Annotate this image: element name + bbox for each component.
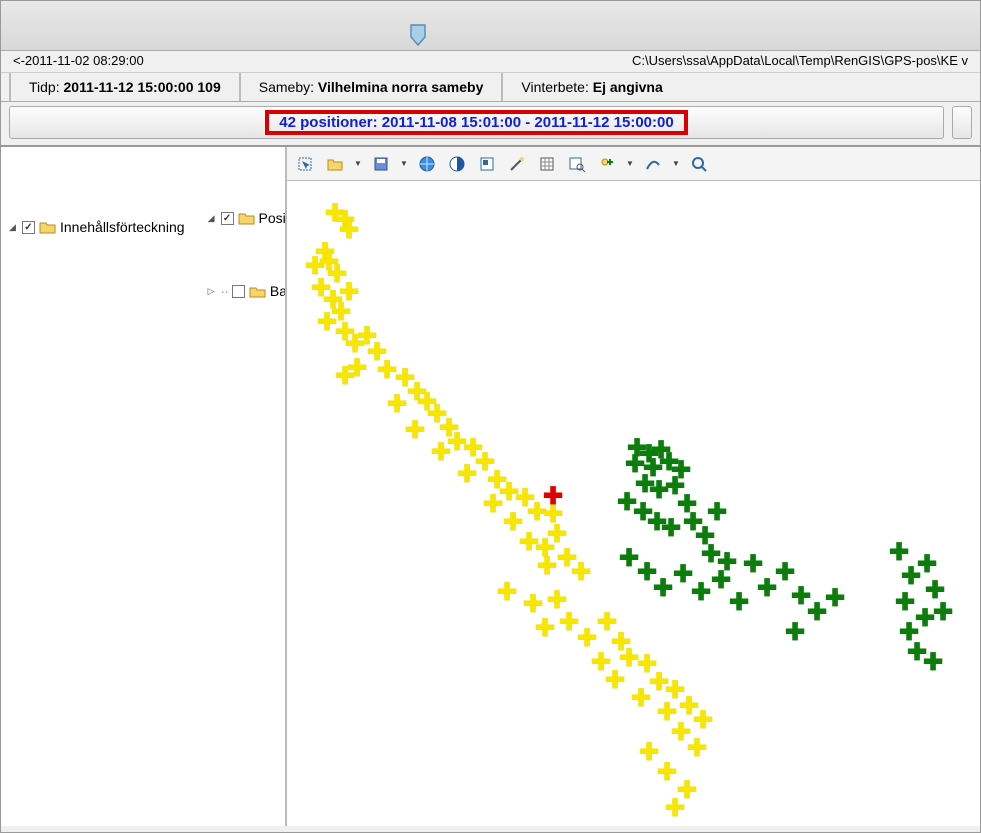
info-row: Tidp: 2011-11-12 15:00:00 109 Sameby: Vi… (1, 73, 980, 102)
dropdown-icon[interactable]: ▼ (353, 159, 363, 168)
gps-point-green: ✚ (889, 541, 909, 565)
positions-side-button[interactable] (952, 106, 972, 139)
tree-positioner-label: Positioner från DB (259, 210, 287, 226)
dropdown-icon[interactable]: ▼ (625, 159, 635, 168)
status-row: <-2011-11-02 08:29:00 C:\Users\ssa\AppDa… (1, 51, 980, 73)
gps-point-yellow: ✚ (537, 555, 557, 579)
positions-bar[interactable]: 42 positioner: 2011-11-08 15:01:00 - 201… (9, 106, 944, 139)
grid-icon[interactable] (535, 152, 559, 176)
info-vinterbete: Vinterbete: Ej angivna (503, 73, 680, 101)
status-timestamp: <-2011-11-02 08:29:00 (13, 53, 144, 68)
tree-root-row[interactable]: ◢ Innehållsförteckning (7, 219, 185, 235)
checkbox[interactable] (22, 221, 35, 234)
dropdown-icon[interactable]: ▼ (671, 159, 681, 168)
gps-point-green: ✚ (743, 553, 763, 577)
gps-point-yellow: ✚ (497, 581, 517, 605)
layer-props-icon[interactable] (475, 152, 499, 176)
gps-point-yellow: ✚ (577, 627, 597, 651)
tree-positioner-row[interactable]: ◢ Positioner från DB (206, 210, 287, 226)
dropdown-icon[interactable]: ▼ (399, 159, 409, 168)
gps-point-yellow: ✚ (631, 687, 651, 711)
gps-point-yellow: ✚ (431, 441, 451, 465)
gps-point-yellow: ✚ (523, 593, 543, 617)
save-icon[interactable] (369, 152, 393, 176)
gps-point-yellow: ✚ (405, 419, 425, 443)
zoom-icon[interactable] (687, 152, 711, 176)
positions-bar-row: 42 positioner: 2011-11-08 15:01:00 - 201… (1, 102, 980, 147)
gps-point-yellow: ✚ (605, 669, 625, 693)
checkbox[interactable] (232, 285, 245, 298)
gps-point-yellow: ✚ (519, 531, 539, 555)
search-layer-icon[interactable] (565, 152, 589, 176)
tree-root-label: Innehållsförteckning (60, 219, 185, 235)
gps-point-yellow: ✚ (535, 617, 555, 641)
gps-point-green: ✚ (691, 581, 711, 605)
gps-point-green: ✚ (933, 601, 953, 625)
gps-point-green: ✚ (775, 561, 795, 585)
expander-icon[interactable]: ◢ (7, 222, 18, 233)
folder-open-icon (39, 220, 56, 234)
gps-point-green: ✚ (729, 591, 749, 615)
tree-bakgrunder-label: Bakgrunder (270, 283, 287, 299)
gps-point-green: ✚ (917, 553, 937, 577)
gps-point-yellow: ✚ (693, 709, 713, 733)
time-slider-handle[interactable] (409, 23, 427, 47)
tree-bakgrunder-row[interactable]: ▷ ·· Bakgrunder (206, 283, 287, 299)
gps-point-green: ✚ (825, 587, 845, 611)
gps-point-yellow: ✚ (571, 561, 591, 585)
layer-tree-panel: ◢ Innehållsförteckning ◢ (1, 147, 287, 826)
gps-point-red: ✚ (543, 485, 563, 509)
gps-point-green: ✚ (895, 591, 915, 615)
gps-point-yellow: ✚ (657, 761, 677, 785)
add-point-icon[interactable] (595, 152, 619, 176)
gps-point-green: ✚ (653, 577, 673, 601)
gps-point-green: ✚ (661, 517, 681, 541)
status-filepath: C:\Users\ssa\AppData\Local\Temp\RenGIS\G… (632, 53, 968, 68)
map-canvas[interactable]: ✚✚✚✚✚✚✚✚✚✚✚✚✚✚✚✚✚✚✚✚✚✚✚✚✚✚✚✚✚✚✚✚✚✚✚✚✚✚✚✚… (287, 181, 980, 826)
wand-icon[interactable] (505, 152, 529, 176)
gps-point-green: ✚ (707, 501, 727, 525)
gps-point-green: ✚ (923, 651, 943, 675)
info-tidp: Tidp: 2011-11-12 15:00:00 109 (9, 73, 241, 101)
time-slider-bar[interactable] (1, 1, 980, 51)
select-icon[interactable] (293, 152, 317, 176)
info-sameby: Sameby: Vilhelmina norra sameby (241, 73, 504, 101)
expander-icon[interactable]: ◢ (206, 213, 217, 224)
map-toolbar: ▼ ▼ ▼ ▼ (287, 147, 980, 181)
gps-point-yellow: ✚ (387, 393, 407, 417)
contrast-icon[interactable] (445, 152, 469, 176)
expander-icon[interactable]: ▷ (206, 286, 217, 297)
gps-point-yellow: ✚ (339, 219, 359, 243)
line-tool-icon[interactable] (641, 152, 665, 176)
open-icon[interactable] (323, 152, 347, 176)
positions-summary: 42 positioner: 2011-11-08 15:01:00 - 201… (265, 110, 687, 135)
gps-point-yellow: ✚ (687, 737, 707, 761)
folder-closed-icon (249, 284, 266, 298)
gps-point-yellow: ✚ (483, 493, 503, 517)
folder-open-icon (238, 211, 255, 225)
globe-icon[interactable] (415, 152, 439, 176)
gps-point-yellow: ✚ (335, 365, 355, 389)
gps-point-yellow: ✚ (457, 463, 477, 487)
gps-point-green: ✚ (785, 621, 805, 645)
gps-point-yellow: ✚ (665, 797, 685, 821)
checkbox[interactable] (221, 212, 234, 225)
